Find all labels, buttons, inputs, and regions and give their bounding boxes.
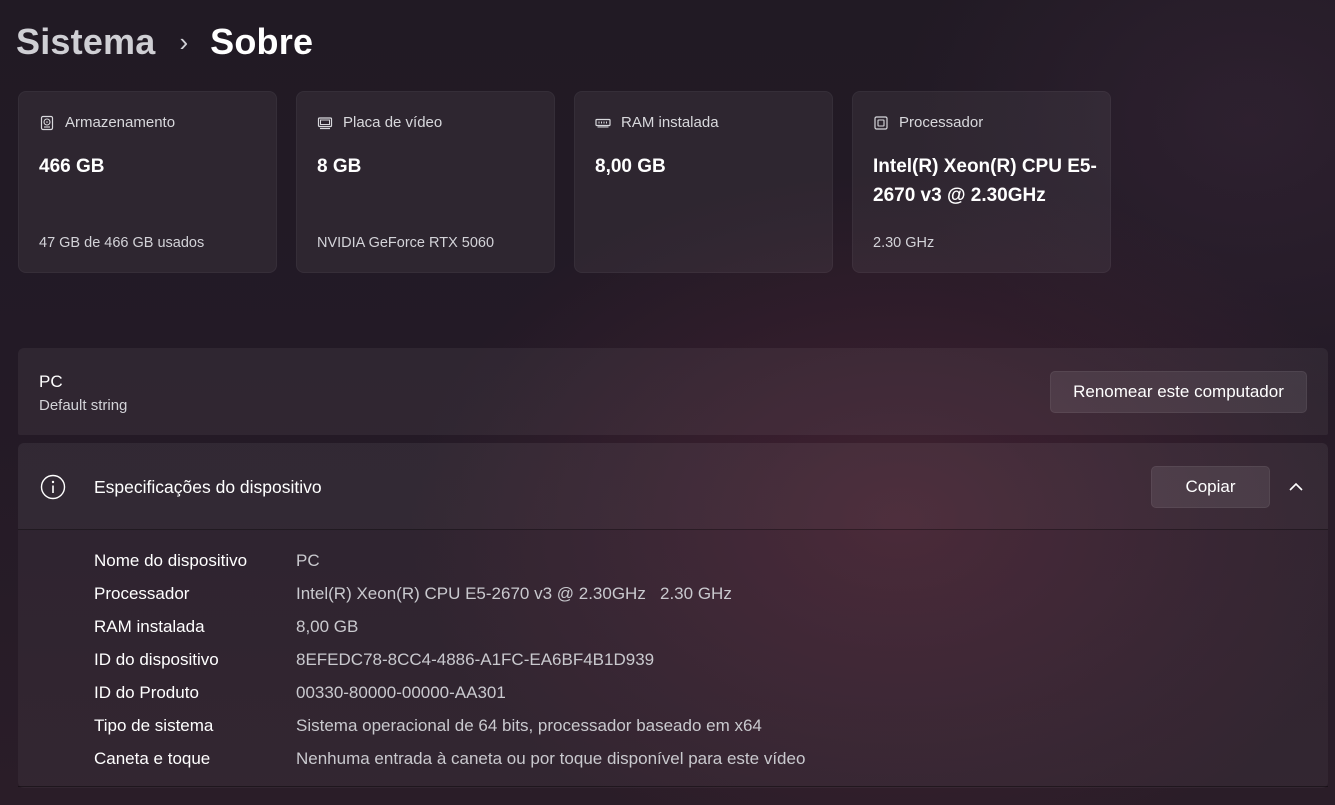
spec-value: Nenhuma entrada à caneta ou por toque di… [296,748,806,768]
spec-row-system-type: Tipo de sistema Sistema operacional de 6… [94,709,805,742]
spec-key: Caneta e toque [94,748,211,768]
breadcrumb-parent-sistema[interactable]: Sistema [16,21,155,63]
spec-value: 8EFEDC78-8CC4-4886-A1FC-EA6BF4B1D939 [296,649,655,669]
processor-card-label: Processador [899,114,984,131]
storage-card-header: Armazenamento [39,114,175,131]
spec-key: ID do Produto [94,682,199,702]
device-specs-panel: Especificações do dispositivo Copiar Nom… [18,443,1328,788]
spec-value: PC [296,550,320,570]
graphics-card-header: Placa de vídeo [317,114,442,131]
spec-row-device-id: ID do dispositivo 8EFEDC78-8CC4-4886-A1F… [94,643,805,676]
spec-key: ID do dispositivo [94,649,219,669]
spec-row-device-name: Nome do dispositivo PC [94,544,805,577]
ram-card-label: RAM instalada [621,114,719,131]
ram-icon [595,118,611,127]
ram-card-value: 8,00 GB [595,156,666,177]
device-specs-title: Especificações do dispositivo [94,477,322,497]
rename-pc-button[interactable]: Renomear este computador [1050,371,1307,413]
pc-name: PC [39,372,63,391]
storage-card-detail: 47 GB de 466 GB usados [39,235,205,251]
spec-row-ram: RAM instalada 8,00 GB [94,610,805,643]
storage-card-label: Armazenamento [65,114,176,131]
graphics-card-value: 8 GB [317,156,362,177]
storage-card[interactable]: Armazenamento 466 GB 47 GB de 466 GB usa… [18,91,277,273]
spec-key: Processador [94,583,190,603]
spec-value: 8,00 GB [296,616,359,636]
pc-model: Default string [39,397,128,414]
processor-card-header: Processador [873,114,983,131]
spec-row-pen-touch: Caneta e toque Nenhuma entrada à caneta … [94,742,805,775]
spec-key: RAM instalada [94,616,205,636]
spec-row-processor: Processador Intel(R) Xeon(R) CPU E5-2670… [94,577,805,610]
breadcrumb-separator-icon: › [179,26,189,57]
processor-card[interactable]: Processador Intel(R) Xeon(R) CPU E5-2670… [852,91,1111,273]
processor-card-value: Intel(R) Xeon(R) CPU E5-2670 v3 @ 2.30GH… [873,156,1097,206]
hard-drive-icon [40,115,54,130]
spec-key: Tipo de sistema [94,715,214,735]
copy-button[interactable]: Copiar [1151,466,1270,508]
ram-card-header: RAM instalada [595,114,719,131]
processor-card-detail: 2.30 GHz [873,235,935,251]
spec-value: Sistema operacional de 64 bits, processa… [296,715,762,735]
hardware-summary-cards: Armazenamento 466 GB 47 GB de 466 GB usa… [18,91,1111,273]
graphics-card-detail: NVIDIA GeForce RTX 5060 [317,235,495,251]
spec-value: Intel(R) Xeon(R) CPU E5-2670 v3 @ 2.30GH… [296,583,732,603]
storage-card-value: 466 GB [39,156,105,177]
chevron-up-icon[interactable] [1286,477,1306,497]
graphics-card[interactable]: Placa de vídeo 8 GB NVIDIA GeForce RTX 5… [296,91,555,273]
processor-icon [874,115,888,130]
breadcrumb: Sistema › Sobre [16,18,313,66]
spec-row-product-id: ID do Produto 00330-80000-00000-AA301 [94,676,805,709]
spec-value: 00330-80000-00000-AA301 [296,682,506,702]
spec-key: Nome do dispositivo [94,550,248,570]
device-specs-list: Nome do dispositivo PC Processador Intel… [94,544,805,775]
ram-card[interactable]: RAM instalada 8,00 GB [574,91,833,273]
page-title: Sobre [210,21,314,62]
info-icon [40,474,66,500]
graphics-card-icon [317,116,333,129]
graphics-card-label: Placa de vídeo [343,114,443,131]
pc-name-panel: PC Default string Renomear este computad… [18,348,1328,435]
section-divider [18,786,1328,787]
device-specs-header[interactable]: Especificações do dispositivo Copiar [18,443,1328,530]
